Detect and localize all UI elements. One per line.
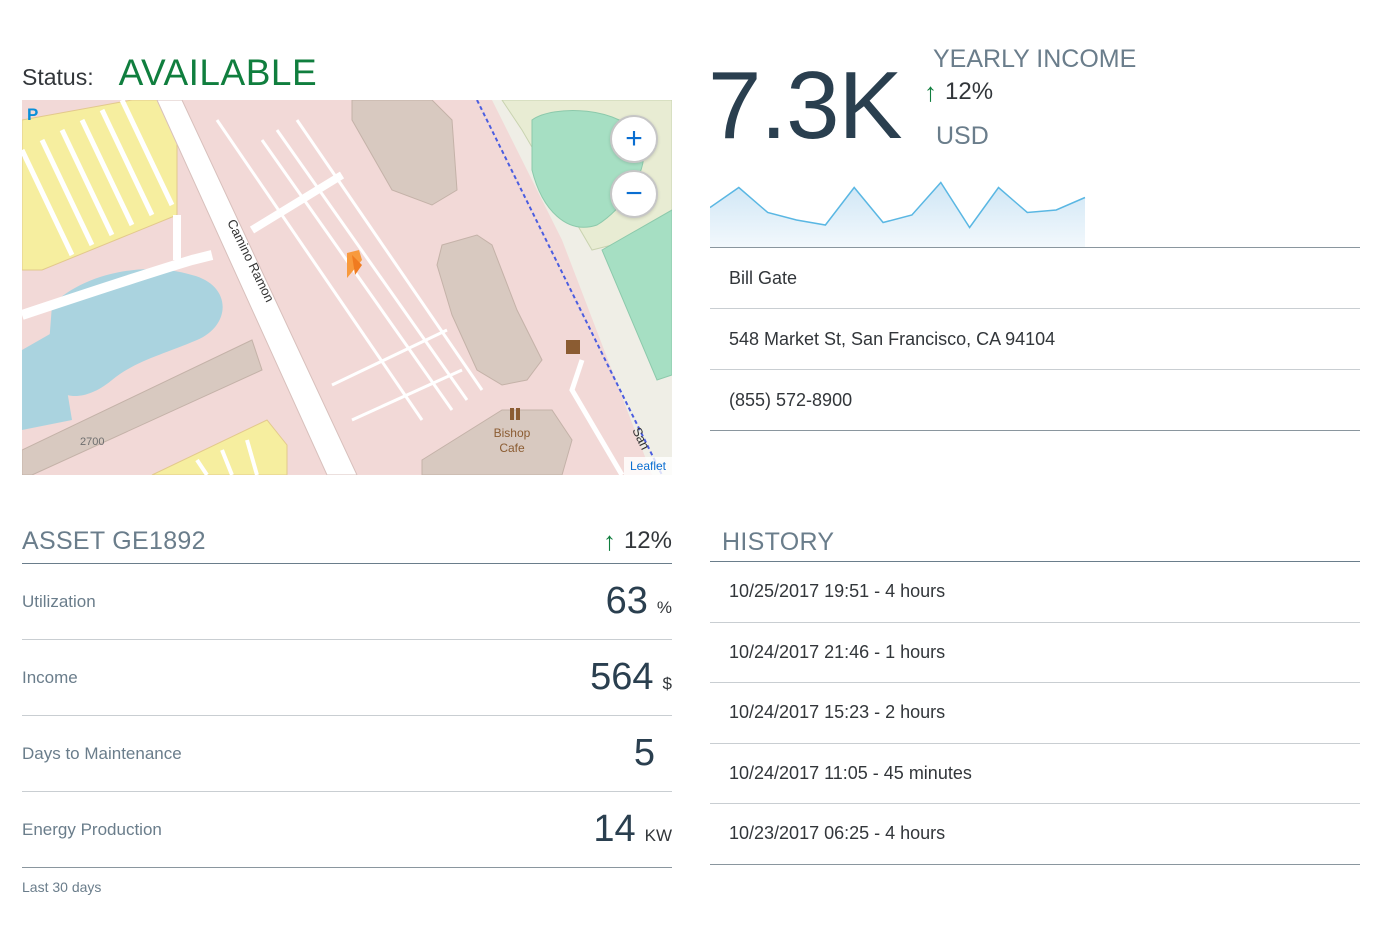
- arrow-up-icon: ↑: [924, 77, 937, 107]
- map-parking-label: P: [27, 105, 38, 124]
- history-list: 10/25/2017 19:51 - 4 hours 10/24/2017 21…: [710, 561, 1360, 865]
- contact-list: Bill Gate 548 Market St, San Francisco, …: [710, 247, 1360, 431]
- contact-phone: (855) 572-8900: [710, 370, 1360, 431]
- map-poi-label: Bishop: [494, 426, 531, 440]
- metric-value: 5: [633, 732, 655, 774]
- metric-value: 564: [590, 656, 654, 698]
- status-label: Status:: [22, 64, 94, 90]
- kpi-title: YEARLY INCOME: [933, 45, 1137, 73]
- metric-days-to-maintenance: Days to Maintenance 5: [22, 716, 672, 792]
- metric-unit: %: [656, 598, 672, 617]
- contact-name: Bill Gate: [710, 248, 1360, 309]
- metric-label: Energy Production: [22, 819, 162, 839]
- metric-energy-production: Energy Production 14 KW: [22, 792, 672, 868]
- arrow-up-icon: ↑: [602, 526, 616, 556]
- kpi-value: 7.3K: [708, 52, 902, 159]
- asset-delta-value: 12%: [623, 527, 672, 554]
- metric-label: Days to Maintenance: [22, 743, 182, 763]
- metric-unit: $: [662, 674, 672, 693]
- kpi-delta-value: 12%: [945, 78, 994, 105]
- map-tiles: P Bishop Cafe 2700 Camino Ramon San: [22, 100, 672, 475]
- contact-address: 548 Market St, San Francisco, CA 94104: [710, 309, 1360, 370]
- history-item[interactable]: 10/25/2017 19:51 - 4 hours: [710, 562, 1360, 623]
- zoom-in-button[interactable]: +: [610, 115, 658, 163]
- asset-metrics: Utilization 63% Income 564 $ Days to Main…: [22, 564, 672, 868]
- zoom-out-button[interactable]: −: [610, 170, 658, 218]
- status-value: AVAILABLE: [118, 52, 318, 93]
- metric-unit: KW: [644, 826, 672, 845]
- history-title: HISTORY: [722, 528, 835, 556]
- map-poi-label-2: Cafe: [499, 441, 525, 455]
- history-item[interactable]: 10/23/2017 06:25 - 4 hours: [710, 804, 1360, 865]
- metric-value: 63: [605, 580, 648, 622]
- metric-income: Income 564 $: [22, 640, 672, 716]
- metric-value: 14: [593, 808, 636, 850]
- asset-delta: ↑ 12%: [603, 527, 672, 555]
- history-item[interactable]: 10/24/2017 11:05 - 45 minutes: [710, 744, 1360, 804]
- income-sparkline: [710, 181, 1086, 247]
- kpi-delta: ↑ 12%: [924, 78, 993, 106]
- history-item[interactable]: 10/24/2017 15:23 - 2 hours: [710, 683, 1360, 744]
- history-item[interactable]: 10/24/2017 21:46 - 1 hours: [710, 623, 1360, 683]
- sparkline-area: [710, 182, 1085, 247]
- status-bar: Status: AVAILABLE: [22, 52, 317, 96]
- asset-title: ASSET GE1892: [22, 527, 206, 555]
- map[interactable]: P Bishop Cafe 2700 Camino Ramon San + − …: [22, 100, 672, 475]
- map-attribution-link[interactable]: Leaflet: [623, 457, 672, 475]
- map-number-label: 2700: [80, 436, 104, 448]
- asset-header: ASSET GE1892 ↑ 12%: [22, 527, 672, 564]
- metric-label: Utilization: [22, 591, 96, 611]
- metric-utilization: Utilization 63%: [22, 564, 672, 640]
- kpi-unit: USD: [936, 122, 989, 150]
- metric-label: Income: [22, 667, 78, 687]
- asset-footnote: Last 30 days: [22, 879, 102, 895]
